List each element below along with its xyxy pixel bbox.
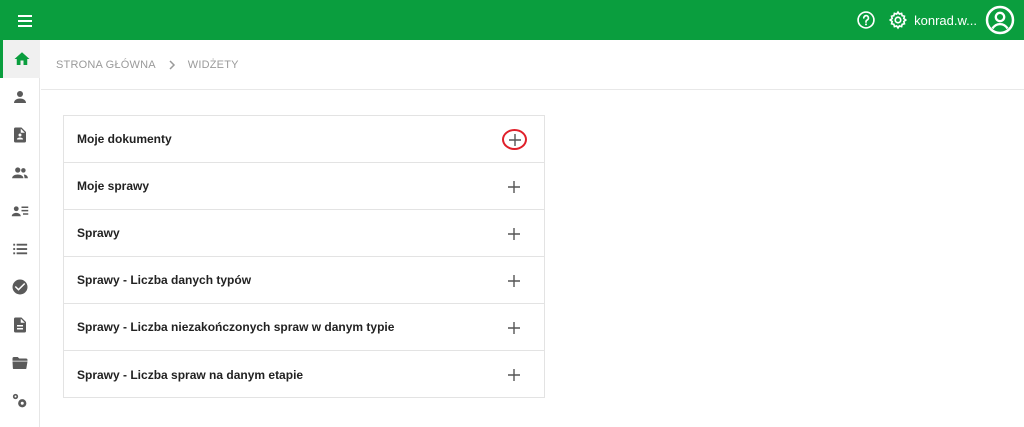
sidebar-item-documents[interactable] [0, 306, 40, 344]
sidebar-item-person-list[interactable] [0, 192, 40, 230]
sidebar-item-groups[interactable] [0, 154, 40, 192]
widget-row: Moje sprawy [64, 163, 544, 210]
plus-icon [508, 228, 520, 240]
widget-label: Sprawy - Liczba danych typów [77, 273, 252, 287]
plus-icon [508, 322, 520, 334]
plus-icon [508, 133, 521, 146]
person-icon [14, 91, 26, 103]
sidebar-item-home[interactable] [0, 40, 40, 78]
add-widget-button[interactable] [502, 269, 526, 293]
sidebar-item-tasks[interactable] [0, 268, 40, 306]
gear-icon[interactable] [888, 10, 908, 30]
check-circle-icon [12, 279, 28, 295]
sidebar-item-folders[interactable] [0, 344, 40, 382]
top-app-bar: konrad.w... [0, 0, 1024, 40]
sidebar-item-list[interactable] [0, 230, 40, 268]
add-widget-button[interactable] [502, 363, 526, 387]
home-icon [14, 52, 29, 65]
add-widget-button[interactable] [502, 222, 526, 246]
help-circle-icon[interactable] [856, 10, 876, 30]
breadcrumb-current: WIDŻETY [187, 58, 239, 71]
widget-label: Sprawy - Liczba niezakończonych spraw w … [77, 320, 395, 334]
widget-row: Moje dokumenty [64, 116, 544, 163]
widget-row: Sprawy - Liczba danych typów [64, 257, 544, 304]
widget-row: Sprawy - Liczba spraw na danym etapie [64, 351, 544, 398]
sidebar-item-profile[interactable] [0, 78, 40, 116]
widget-label: Moje sprawy [77, 179, 150, 193]
plus-icon [508, 181, 520, 193]
plus-icon [508, 275, 520, 287]
top-right-controls: konrad.w... [856, 0, 1024, 40]
list-icon [13, 243, 28, 255]
widget-label: Sprawy - Liczba spraw na danym etapie [77, 367, 304, 382]
contact-document-icon [14, 127, 26, 143]
widget-label: Sprawy [77, 226, 120, 240]
hamburger-menu-icon[interactable] [14, 11, 36, 29]
sidebar-nav [0, 40, 40, 427]
add-widget-button[interactable] [502, 316, 526, 340]
breadcrumb: STRONA GŁÓWNA WIDŻETY [41, 40, 1024, 90]
folder-icon [12, 357, 28, 369]
widget-label: Moje dokumenty [77, 132, 172, 146]
person-list-icon [11, 206, 29, 217]
plus-icon [508, 369, 520, 381]
sidebar-item-contact-documents[interactable] [0, 116, 40, 154]
chevron-right-icon [169, 59, 175, 70]
people-group-icon [12, 167, 28, 179]
add-widget-button[interactable] [502, 175, 526, 199]
widgets-list: Moje dokumenty Moje sprawy Sprawy Sprawy… [63, 115, 545, 398]
widget-row: Sprawy [64, 210, 544, 257]
username-label[interactable]: konrad.w... [914, 13, 977, 28]
sidebar-item-administration[interactable] [0, 382, 40, 420]
settings-cogs-icon [12, 393, 27, 408]
widget-row: Sprawy - Liczba niezakończonych spraw w … [64, 304, 544, 351]
document-icon [14, 317, 26, 333]
user-account-icon[interactable] [985, 5, 1015, 35]
add-widget-button[interactable] [502, 129, 527, 150]
breadcrumb-home-link[interactable]: STRONA GŁÓWNA [56, 59, 156, 71]
